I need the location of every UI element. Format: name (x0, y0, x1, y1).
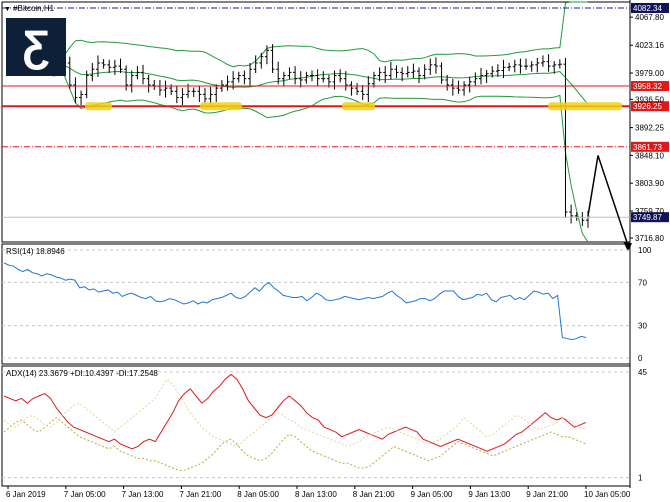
rsi-tick-label: 70 (638, 278, 647, 287)
chart-canvas[interactable]: RSI(14) 18.8946 ADX(14) 23.3679 +DI:10.43… (0, 0, 670, 502)
price-tick-label: 3848.10 (635, 151, 664, 160)
price-tick-label: 4023.16 (635, 41, 664, 50)
level-tag-text-top: 4082.34 (633, 4, 662, 13)
time-tick-label: 7 Jan 05:00 (64, 490, 106, 499)
time-tick-label: 9 Jan 13:00 (468, 490, 510, 499)
price-tick-label: 3979.00 (635, 69, 664, 78)
price-tick-label: 3716.80 (635, 234, 664, 243)
support-highlight (548, 102, 622, 111)
chart-window: RSI(14) 18.8946 ADX(14) 23.3679 +DI:10.43… (0, 0, 670, 502)
support-highlight (200, 102, 242, 111)
support-highlight (342, 102, 375, 111)
adx-header: ADX(14) 23.3679 +DI:10.4397 -DI:17.2548 (6, 369, 158, 378)
price-tick-label: 3892.25 (635, 124, 664, 133)
time-tick-label: 8 Jan 05:00 (237, 490, 279, 499)
price-tick-label: 3803.90 (635, 179, 664, 188)
chevron-down-icon[interactable]: ▼ (4, 6, 11, 13)
time-tick-label: 6 Jan 2019 (6, 490, 46, 499)
adx-tick-label: 45 (638, 368, 647, 377)
rsi-tick-label: 100 (638, 246, 652, 255)
time-tick-label: 8 Jan 21:00 (353, 490, 395, 499)
time-tick-label: 8 Jan 13:00 (295, 490, 337, 499)
level-tag-text-resistance: 3958.32 (633, 82, 662, 91)
symbol-label: ▼ #Bitcoin,H1 (4, 4, 55, 13)
logo-letter: Ƹ (22, 22, 50, 71)
rsi-tick-label: 30 (638, 322, 647, 331)
time-tick-label: 10 Jan 05:00 (584, 490, 631, 499)
time-tick-label: 9 Jan 21:00 (526, 490, 568, 499)
price-tick-label: 3759.70 (635, 207, 664, 216)
rsi-tick-label: 0 (638, 354, 643, 363)
price-tick-label: 4067.80 (635, 13, 664, 22)
time-tick-label: 9 Jan 05:00 (411, 490, 453, 499)
time-tick-label: 7 Jan 13:00 (122, 490, 164, 499)
support-highlight (85, 102, 112, 111)
rsi-header: RSI(14) 18.8946 (6, 247, 65, 256)
price-tick-label: 3936.50 (635, 95, 664, 104)
adx-tick-label: 1 (638, 474, 643, 483)
logo-watermark: Ƹ (6, 18, 66, 76)
time-tick-label: 7 Jan 21:00 (179, 490, 221, 499)
